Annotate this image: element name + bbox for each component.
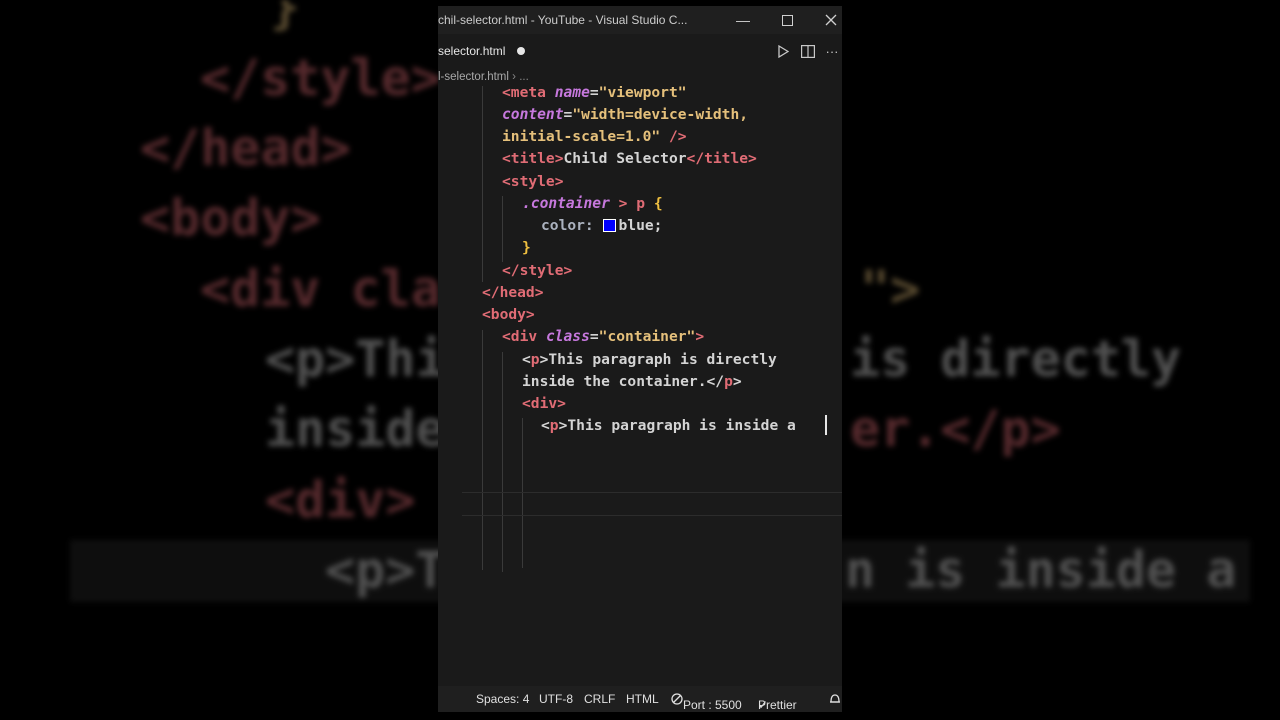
indent-guide xyxy=(482,330,483,570)
notifications-bell-icon[interactable] xyxy=(829,692,841,708)
bg-line: <div> xyxy=(265,471,416,529)
color-swatch-icon[interactable] xyxy=(602,218,616,232)
code-line: <style> xyxy=(502,173,564,190)
code-editor[interactable]: <meta name="viewport" content="width=dev… xyxy=(438,86,842,686)
code-line: .container > p { xyxy=(522,195,663,212)
indent-guide xyxy=(502,352,503,572)
port-label: Port : 5500 xyxy=(683,698,742,712)
breadcrumb: l-selector.html › ... xyxy=(438,68,842,86)
unsaved-dot-icon[interactable] xyxy=(517,47,526,55)
bg-line: "> xyxy=(860,260,921,318)
bg-line: inside xyxy=(265,400,446,458)
code-line: <title>Child Selector</title> xyxy=(502,150,757,167)
title-bar: chil-selector.html - YouTube - Visual St… xyxy=(438,6,842,34)
tab-bar: selector.html ··· xyxy=(438,34,842,68)
text-cursor xyxy=(825,415,827,435)
no-entry-icon xyxy=(671,693,683,705)
code-line: <body> xyxy=(482,306,535,323)
code-line: } xyxy=(522,239,531,256)
bg-line: er.</p> xyxy=(850,400,1061,458)
window-title: chil-selector.html - YouTube - Visual St… xyxy=(438,13,688,27)
breadcrumb-file[interactable]: l-selector.html xyxy=(438,71,509,83)
breadcrumb-more[interactable]: ... xyxy=(519,71,529,83)
language-mode-status[interactable]: HTML xyxy=(626,692,659,706)
bg-line: <div cla xyxy=(200,260,441,318)
indent-guide xyxy=(502,196,503,262)
status-bar: Spaces: 4 UTF-8 CRLF HTML Port : 5500 ✓ … xyxy=(438,686,842,712)
editor-window: chil-selector.html - YouTube - Visual St… xyxy=(438,6,842,712)
code-line: <p>This paragraph is directly xyxy=(522,351,777,368)
bg-line: </style> xyxy=(200,49,441,107)
split-editor-icon[interactable] xyxy=(799,42,817,60)
run-icon[interactable] xyxy=(774,42,792,60)
bg-line: <body> xyxy=(140,189,321,247)
bg-line: is directly xyxy=(850,330,1182,388)
code-line: <p>This paragraph is inside a xyxy=(541,417,796,434)
editor-tab[interactable]: selector.html xyxy=(438,34,538,68)
minimize-icon[interactable]: — xyxy=(721,6,765,34)
more-actions-icon[interactable]: ··· xyxy=(823,42,841,60)
code-line: content="width=device-width, xyxy=(502,106,749,123)
current-line-highlight xyxy=(462,492,842,516)
code-line: inside the container.</p> xyxy=(522,373,742,390)
indentation-status[interactable]: Spaces: 4 xyxy=(476,692,529,706)
code-line: <div> xyxy=(522,395,566,412)
code-line: </head> xyxy=(482,284,544,301)
chevron-right-icon: › xyxy=(512,71,516,83)
tab-label: selector.html xyxy=(438,44,506,58)
close-icon[interactable] xyxy=(809,6,842,34)
encoding-status[interactable]: UTF-8 xyxy=(539,692,573,706)
bg-line: <p>Thi xyxy=(265,330,446,388)
bg-line: <p>T xyxy=(325,541,446,599)
bg-line: </head> xyxy=(140,119,351,177)
bg-line: n is inside a xyxy=(845,541,1237,599)
code-line: </style> xyxy=(502,262,573,279)
indent-guide xyxy=(482,86,483,282)
code-line: <meta name="viewport" xyxy=(502,86,687,101)
code-line: <div class="container"> xyxy=(502,328,705,345)
maximize-icon[interactable] xyxy=(765,6,809,34)
bg-line: } xyxy=(270,0,301,35)
code-line: initial-scale=1.0" /> xyxy=(502,128,687,145)
prettier-label: Prettier xyxy=(758,698,797,712)
code-line: color: blue; xyxy=(541,217,663,234)
line-ending-status[interactable]: CRLF xyxy=(584,692,615,706)
live-server-status[interactable]: Port : 5500 xyxy=(671,692,742,712)
